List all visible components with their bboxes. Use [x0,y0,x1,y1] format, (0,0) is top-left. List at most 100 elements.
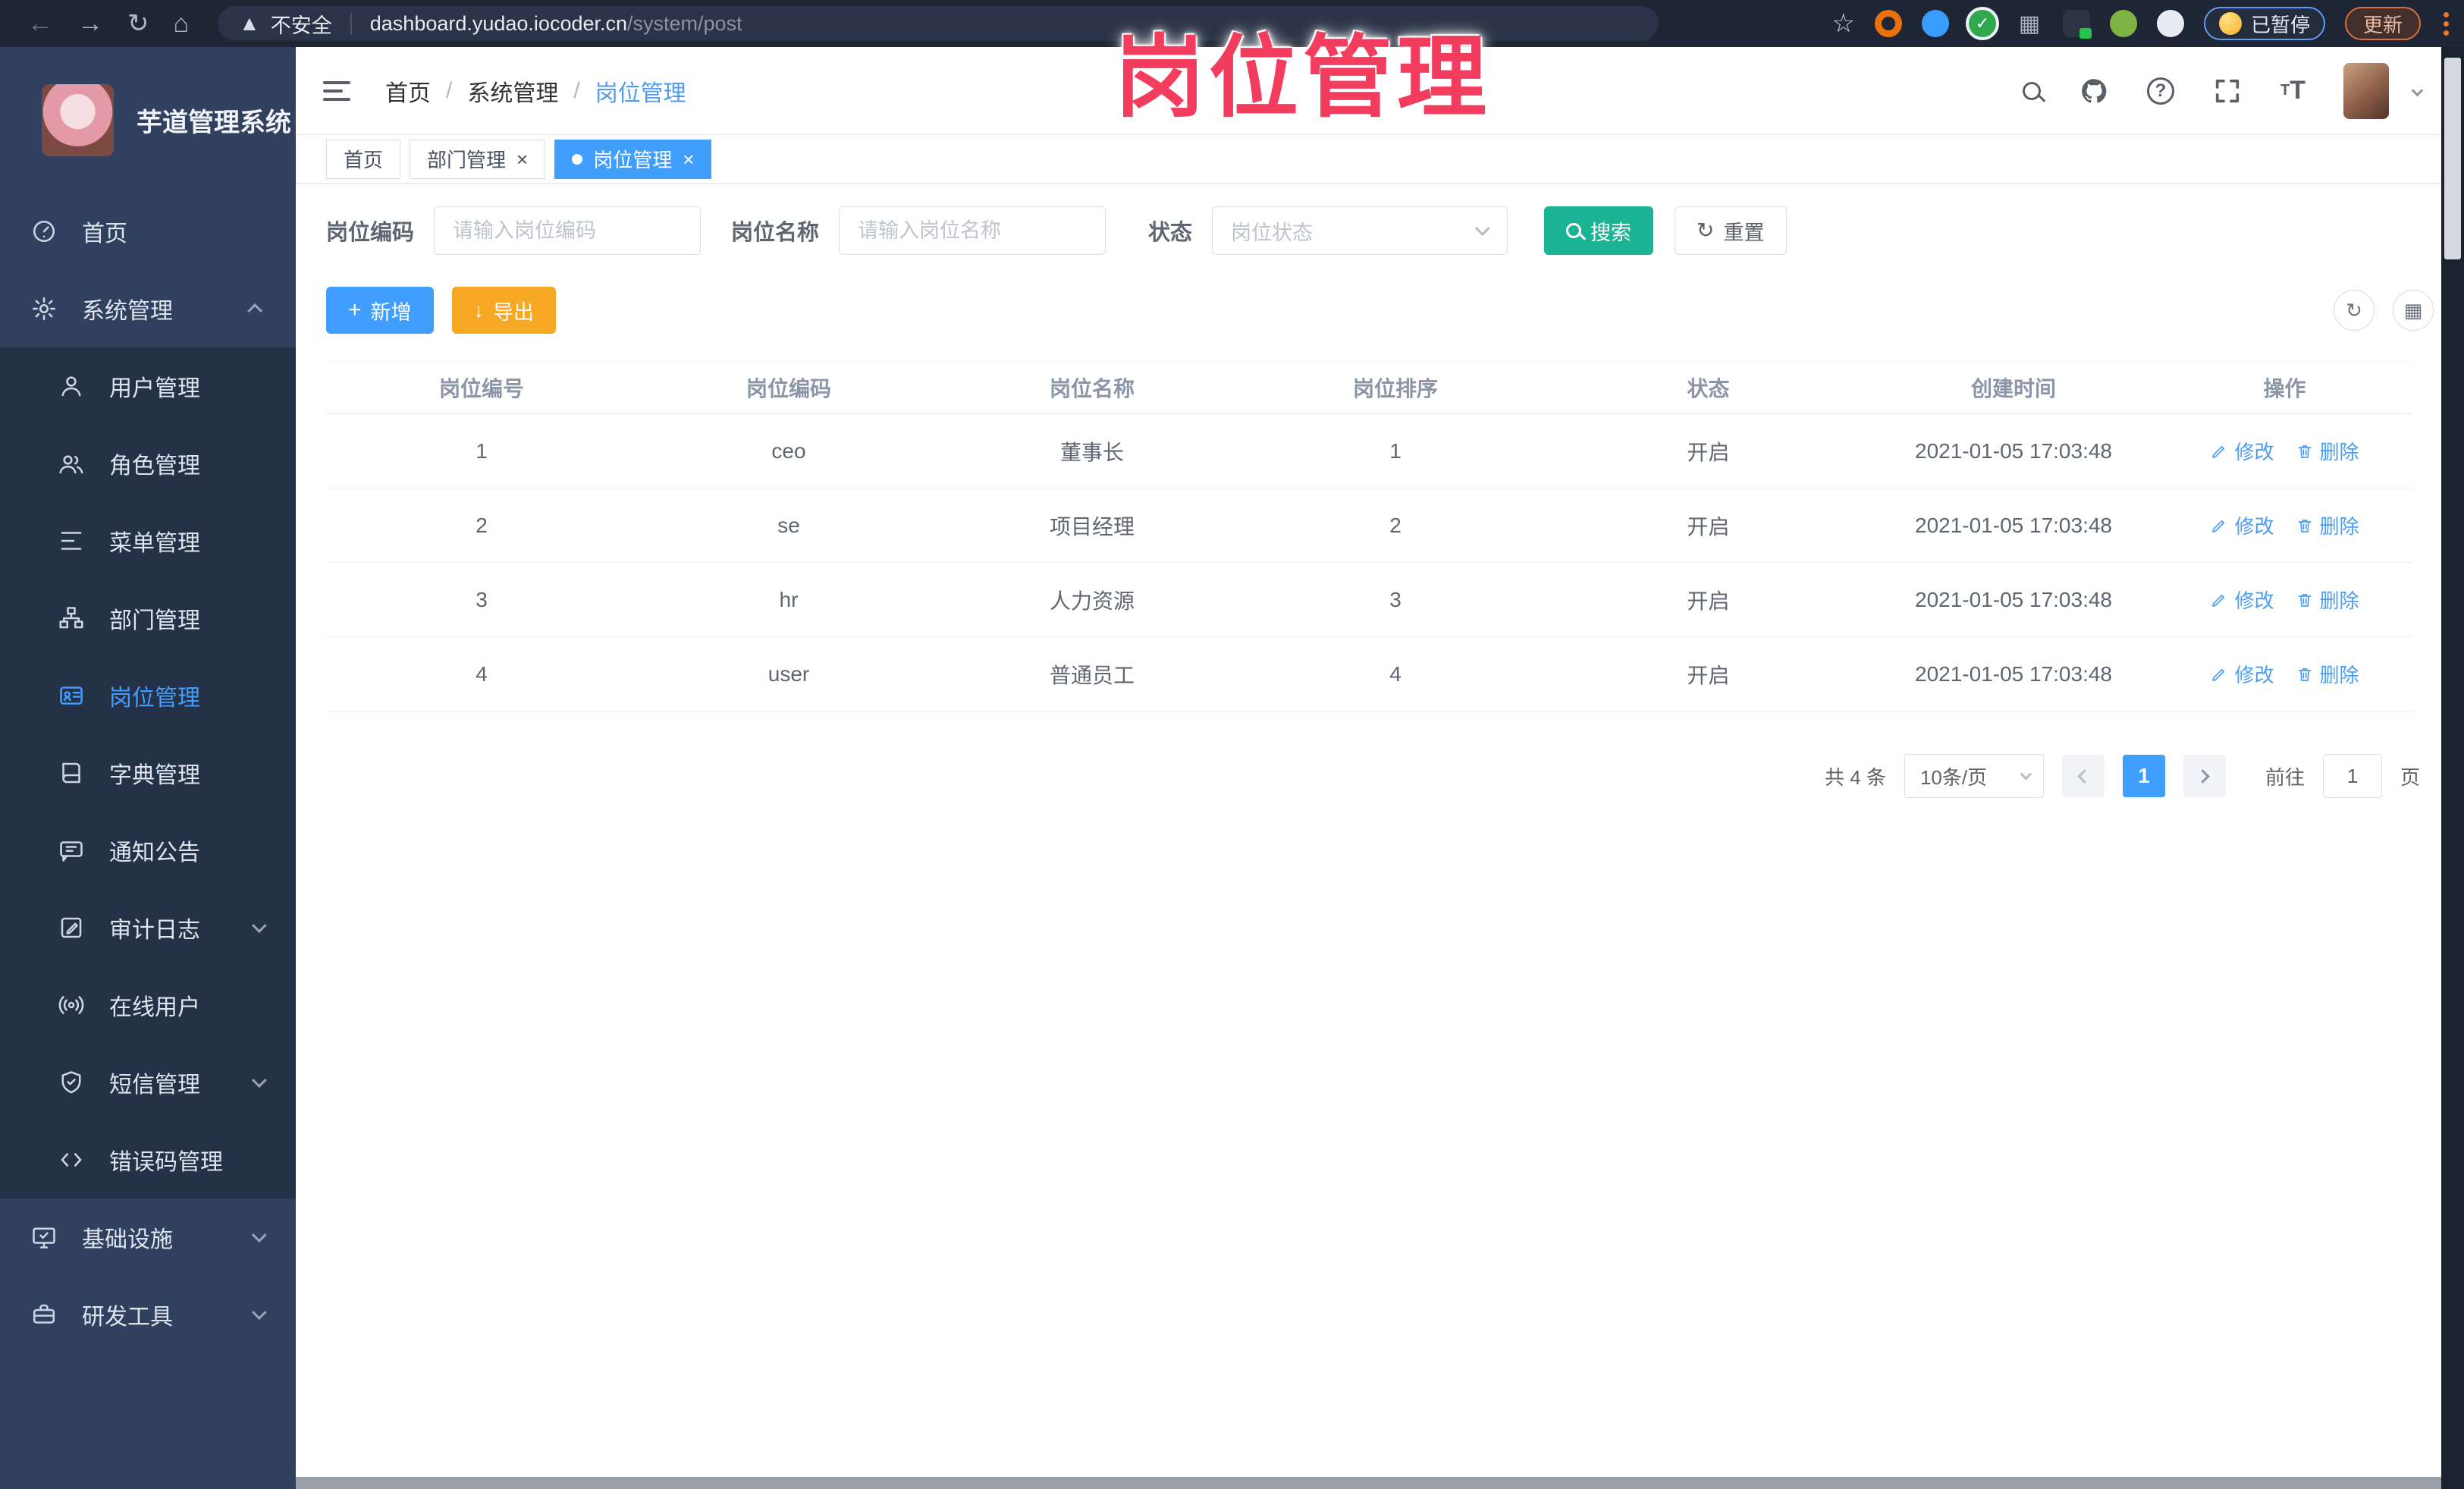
tag-post-mgmt[interactable]: 岗位管理 × [554,139,712,179]
sidebar-item-dict-mgmt[interactable]: 字典管理 [0,734,296,812]
code-icon [56,1145,86,1175]
extensions-puzzle-icon[interactable] [2156,10,2184,37]
sidebar-item-post-mgmt[interactable]: 岗位管理 [0,657,296,734]
search-icon [1566,223,1582,238]
help-icon[interactable]: ? [2147,77,2174,105]
org-chart-icon [56,603,86,633]
url-path: /system/post [627,11,742,35]
pagination-total: 共 4 条 [1825,765,1886,789]
refresh-table-button[interactable]: ↻ [2334,290,2375,331]
sidebar-item-online-users[interactable]: 在线用户 [0,966,296,1044]
post-code-input[interactable] [434,206,702,255]
avatar-caret-icon[interactable] [2411,84,2424,97]
sidebar-item-error-code[interactable]: 错误码管理 [0,1121,296,1198]
search-button[interactable]: 搜索 [1544,206,1654,255]
sidebar-item-dept-mgmt[interactable]: 部门管理 [0,580,296,657]
sidebar-toggle-icon[interactable] [323,80,350,101]
edit-link[interactable]: 修改 [2210,511,2274,539]
delete-link[interactable]: 删除 [2296,586,2359,614]
browser-home-icon[interactable]: ⌂ [174,11,190,36]
sidebar-item-home[interactable]: 首页 [0,193,296,270]
delete-link[interactable]: 删除 [2296,511,2359,539]
browser-menu-icon[interactable] [2444,11,2449,36]
close-icon[interactable]: × [683,149,694,169]
edit-link[interactable]: 修改 [2210,660,2274,688]
sidebar-item-audit-log[interactable]: 审计日志 [0,889,296,966]
users-icon [56,448,86,479]
toolbox-icon [29,1299,59,1330]
sidebar-item-menu-mgmt[interactable]: 菜单管理 [0,502,296,580]
monitor-icon [29,1222,59,1252]
extension-green-check-icon[interactable]: ✓ [1968,10,1996,37]
goto-page-input[interactable] [2322,754,2382,798]
bottom-strip [296,1477,2464,1489]
sidebar-item-sms-mgmt[interactable]: 短信管理 [0,1044,296,1121]
extension-translate-icon[interactable] [2062,10,2092,39]
breadcrumb-system[interactable]: 系统管理 [467,74,558,108]
browser-forward-icon[interactable]: → [77,11,103,36]
tag-dept-mgmt[interactable]: 部门管理 × [410,139,546,179]
breadcrumb-separator: / [573,77,580,103]
sidebar-item-notice[interactable]: 通知公告 [0,812,296,889]
reset-button[interactable]: ↻ 重置 [1675,206,1787,255]
next-page-button[interactable] [2183,755,2226,797]
post-name-input[interactable] [839,206,1106,255]
bookmark-star-icon[interactable]: ☆ [1832,8,1854,39]
sidebar-item-system[interactable]: 系统管理 [0,270,296,347]
extension-leaf-icon[interactable] [2109,10,2137,37]
user-avatar[interactable] [2343,62,2389,119]
book-icon [56,758,86,788]
edit-link[interactable]: 修改 [2210,586,2274,614]
table-header-row: 岗位编号 岗位编码 岗位名称 岗位排序 状态 创建时间 操作 [326,361,2412,414]
export-button[interactable]: ↓ 导出 [451,287,557,334]
security-label: 不安全 [270,14,332,37]
github-icon[interactable] [2079,76,2109,106]
extension-grid-icon[interactable]: ▦ [2016,10,2043,37]
sidebar: 芋道管理系统 首页 系统管理 用户管理 角色管理 菜单管理 部门管理 岗位管理 … [0,47,296,1489]
chevron-down-icon [251,918,267,934]
tag-home[interactable]: 首页 [326,139,401,179]
chevron-down-icon [251,1227,267,1243]
delete-link[interactable]: 删除 [2296,437,2359,465]
scrollbar-track [2441,47,2464,1489]
app-logo [42,83,114,156]
close-icon[interactable]: × [516,149,528,169]
sidebar-item-dev-tools[interactable]: 研发工具 [0,1276,296,1353]
profile-paused-chip[interactable]: 已暂停 [2203,7,2325,40]
font-size-icon[interactable]: TT [2280,76,2305,105]
sidebar-item-infrastructure[interactable]: 基础设施 [0,1198,296,1276]
breadcrumb-current: 岗位管理 [595,80,686,106]
scrollbar-thumb[interactable] [2444,58,2461,259]
page-size-select[interactable]: 10条/页 [1904,754,2044,798]
prev-page-button[interactable] [2061,755,2105,797]
sidebar-item-role-mgmt[interactable]: 角色管理 [0,425,296,502]
browser-update-button[interactable]: 更新 [2344,7,2421,40]
filter-form: 岗位编码 岗位名称 状态 岗位状态 搜索 ↻ 重置 [326,206,2434,255]
status-value: 开启 [1687,663,1730,687]
delete-link[interactable]: 删除 [2296,660,2359,688]
sidebar-logo-row[interactable]: 芋道管理系统 [0,47,296,193]
table-row: 3 hr 人力资源 3 开启 2021-01-05 17:03:48 修改 删除 [326,563,2412,637]
add-button[interactable]: + 新增 [326,287,434,334]
status-select[interactable]: 岗位状态 [1212,206,1508,255]
header-search-icon[interactable] [2023,81,2041,100]
post-name-label: 岗位名称 [731,221,820,245]
status-value: 开启 [1687,440,1730,464]
edit-link[interactable]: 修改 [2210,437,2274,465]
column-settings-button[interactable]: ▦ [2393,290,2434,331]
browser-back-icon[interactable]: ← [27,11,53,36]
extension-orange-icon[interactable] [1874,10,1902,37]
post-table: 岗位编号 岗位编码 岗位名称 岗位排序 状态 创建时间 操作 1 ceo 董事长… [326,361,2412,712]
extension-blue-icon[interactable] [1921,10,1949,37]
address-divider [350,13,352,34]
page-unit-label: 页 [2400,765,2420,789]
audit-log-icon [56,913,86,943]
sidebar-item-user-mgmt[interactable]: 用户管理 [0,347,296,425]
refresh-icon: ↻ [1697,218,1715,242]
browser-reload-icon[interactable]: ↻ [127,11,149,36]
app-title: 芋道管理系统 [137,108,291,137]
not-secure-icon: ▲ [239,11,260,35]
fullscreen-icon[interactable] [2212,76,2243,106]
breadcrumb-home[interactable]: 首页 [385,74,431,108]
page-number-current[interactable]: 1 [2122,755,2165,797]
